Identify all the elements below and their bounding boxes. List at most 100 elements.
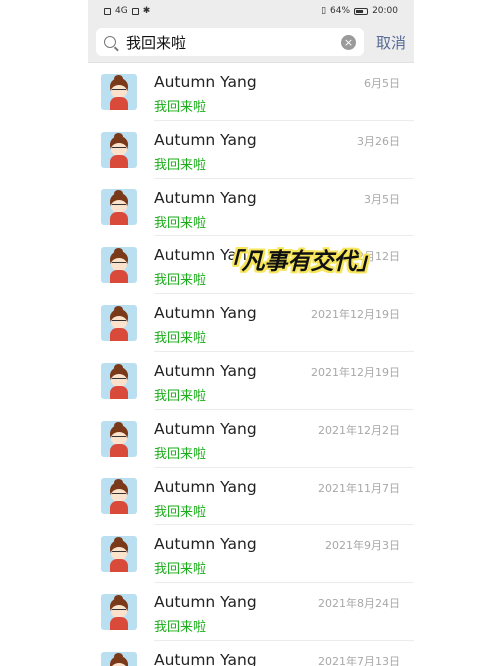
avatar-body xyxy=(110,385,128,399)
message-date: 2021年12月2日 xyxy=(318,423,400,437)
avatar[interactable] xyxy=(101,536,137,573)
status-right: ▯ 64% 20:00 xyxy=(321,6,398,16)
network-indicator: 4G xyxy=(115,6,128,16)
message-date: 2021年12月19日 xyxy=(311,365,400,379)
search-input[interactable] xyxy=(124,32,341,52)
avatar[interactable] xyxy=(101,73,137,110)
avatar[interactable] xyxy=(101,651,137,666)
matched-message: 我回来啦 xyxy=(154,157,207,173)
avatar[interactable] xyxy=(101,131,137,168)
list-item[interactable]: Autumn Yang 我回来啦 2021年8月24日 xyxy=(88,583,414,641)
matched-message: 我回来啦 xyxy=(154,446,207,462)
list-item[interactable]: Autumn Yang 我回来啦 2021年12月2日 xyxy=(88,410,414,468)
search-icon xyxy=(104,36,116,48)
message-date: 2021年8月24日 xyxy=(318,597,400,611)
avatar-glasses xyxy=(112,262,126,266)
avatar-body xyxy=(110,212,128,226)
matched-message: 我回来啦 xyxy=(154,504,207,520)
matched-message: 我回来啦 xyxy=(154,331,207,347)
matched-message: 我回来啦 xyxy=(154,388,207,404)
nfc-icon xyxy=(131,7,139,15)
matched-message: 我回来啦 xyxy=(154,620,207,636)
avatar-glasses xyxy=(112,88,126,93)
search-box[interactable]: × xyxy=(96,28,364,56)
result-info: Autumn Yang我回来啦2021年7月13日 xyxy=(154,641,414,666)
vibrate-icon: ▯ xyxy=(321,6,327,16)
result-info: Autumn Yang 我回来啦 2021年12月2日 xyxy=(154,410,414,468)
avatar[interactable] xyxy=(101,305,137,342)
list-item[interactable]: Autumn Yang 我回来啦 6月5日 xyxy=(88,63,414,121)
battery-percent: 64% xyxy=(330,6,351,16)
bluetooth-icon: ✱ xyxy=(142,6,151,16)
battery-icon xyxy=(354,7,369,15)
contact-name: Autumn Yang xyxy=(154,188,257,207)
cancel-button[interactable]: 取消 xyxy=(376,32,406,53)
avatar-body xyxy=(110,270,128,284)
avatar-glasses xyxy=(112,204,126,208)
avatar[interactable] xyxy=(101,594,137,631)
result-info: Autumn Yang 我回来啦 2021年12月19日 xyxy=(154,352,414,410)
contact-name: Autumn Yang xyxy=(154,304,257,323)
avatar-glasses xyxy=(112,377,126,382)
avatar-glasses xyxy=(112,320,126,324)
list-item[interactable]: Autumn Yang 我回来啦 2021年9月3日 xyxy=(88,525,414,584)
avatar[interactable] xyxy=(101,478,137,515)
status-bar: 4G ✱ ▯ 64% 20:00 xyxy=(88,0,414,22)
avatar[interactable] xyxy=(101,247,137,284)
list-item[interactable]: Autumn Yang我回来啦2021年7月13日 xyxy=(88,641,414,666)
contact-name: Autumn Yang xyxy=(154,361,257,380)
list-item[interactable]: Autumn Yang 我回来啦 2021年12月19日 xyxy=(88,294,414,352)
avatar-glasses xyxy=(112,609,126,613)
list-item[interactable]: Autumn Yang 我回来啦 2021年12月19日 xyxy=(88,352,414,410)
list-item[interactable]: Autumn Yang 我回来啦 3月5日 xyxy=(88,179,414,237)
contact-name: Autumn Yang xyxy=(154,535,257,554)
avatar-glasses xyxy=(112,146,126,151)
contact-name: Autumn Yang xyxy=(154,650,257,666)
list-item[interactable]: Autumn Yang 我回来啦 3月26日 xyxy=(88,121,414,179)
message-date: 2021年12月19日 xyxy=(311,308,400,322)
matched-message: 我回来啦 xyxy=(154,562,207,578)
status-left: 4G ✱ xyxy=(104,6,150,16)
result-info: Autumn Yang 我回来啦 3月26日 xyxy=(154,121,414,179)
message-date: 3月5日 xyxy=(364,192,400,206)
status-time: 20:00 xyxy=(372,6,398,16)
clear-icon[interactable]: × xyxy=(340,34,356,50)
matched-message: 我回来啦 xyxy=(154,273,207,289)
result-info: Autumn Yang 我回来啦 2021年12月19日 xyxy=(154,294,414,352)
message-date: 2021年11月7日 xyxy=(318,481,400,495)
contact-name: Autumn Yang xyxy=(154,477,257,496)
avatar-body xyxy=(110,328,128,342)
matched-message: 我回来啦 xyxy=(154,100,207,115)
contact-name: Autumn Yang xyxy=(154,130,257,149)
message-date: 2021年7月13日 xyxy=(318,654,400,666)
search-results-list: Autumn Yang 我回来啦 6月5日 Autumn Yang 我回来啦 3月26日 A… xyxy=(88,63,414,666)
avatar-body xyxy=(110,559,128,573)
avatar-body xyxy=(110,154,128,168)
search-bar: × 取消 xyxy=(88,22,414,63)
sim-icon xyxy=(104,7,111,15)
result-info: Autumn Yang 我回来啦 3月5日 xyxy=(154,179,414,237)
avatar-body xyxy=(110,617,128,631)
result-info: Autumn Yang 我回来啦 6月5日 xyxy=(154,63,414,121)
avatar-glasses xyxy=(112,435,126,440)
contact-name: Autumn Yang xyxy=(154,593,257,612)
result-info: Autumn Yang 我回来啦 2021年11月7日 xyxy=(154,468,414,526)
result-info: Autumn Yang 我回来啦 2021年9月3日 xyxy=(154,525,414,584)
contact-name: Autumn Yang xyxy=(154,419,257,438)
matched-message: 我回来啦 xyxy=(154,215,207,231)
avatar-body xyxy=(110,443,128,457)
message-date: 6月5日 xyxy=(364,77,400,90)
contact-name: Autumn Yang xyxy=(154,73,257,91)
avatar-body xyxy=(110,501,128,515)
avatar-glasses xyxy=(112,551,126,555)
avatar[interactable] xyxy=(101,420,137,457)
result-info: Autumn Yang 我回来啦 2021年8月24日 xyxy=(154,583,414,641)
avatar[interactable] xyxy=(101,362,137,399)
avatar[interactable] xyxy=(101,189,137,226)
list-item[interactable]: Autumn Yang 我回来啦 2021年11月7日 xyxy=(88,468,414,526)
avatar-body xyxy=(110,96,128,110)
overlay-banner: 「凡事有交代」 xyxy=(218,249,380,275)
message-date: 3月26日 xyxy=(357,134,400,148)
phone-screen: 4G ✱ ▯ 64% 20:00 × 取消 Autumn Yang 我回来啦 6月5… xyxy=(88,0,414,666)
message-date: 2021年9月3日 xyxy=(325,539,400,553)
